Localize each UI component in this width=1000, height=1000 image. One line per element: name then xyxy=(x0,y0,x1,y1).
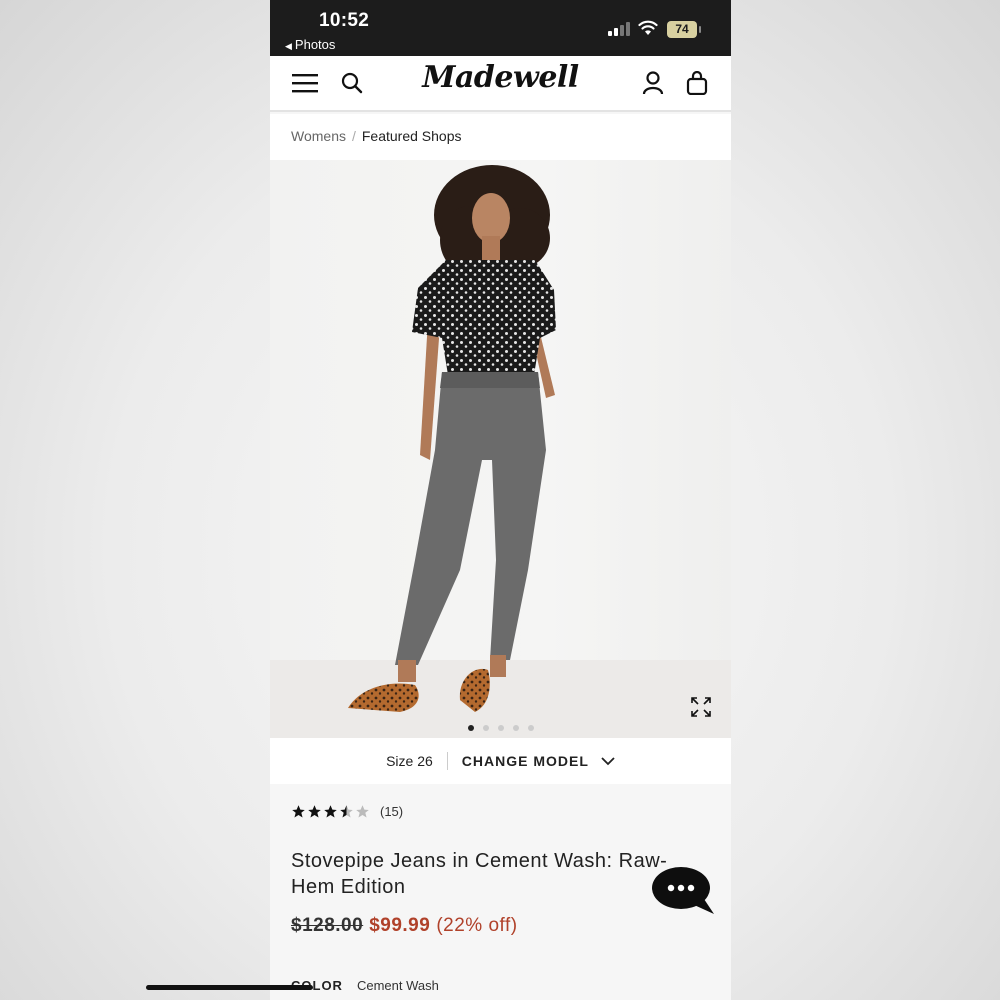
home-indicator[interactable] xyxy=(146,985,313,990)
discount-percent: (22% off) xyxy=(436,915,518,936)
color-value: Cement Wash xyxy=(356,978,439,993)
star-half-icon xyxy=(340,805,353,818)
sale-price: $99.99 xyxy=(369,915,431,936)
back-label: Photos xyxy=(294,37,336,52)
color-row: COLOR Cement Wash xyxy=(291,978,439,993)
product-title: Stovepipe Jeans in Cement Wash: Raw-Hem … xyxy=(291,850,668,898)
gallery-dot[interactable] xyxy=(497,725,504,731)
gallery-dot[interactable] xyxy=(527,725,534,731)
back-to-photos[interactable]: ◀ Photos xyxy=(285,37,335,52)
review-count[interactable]: (15) xyxy=(380,804,403,819)
model-size-bar: Size 26 CHANGE MODEL xyxy=(270,738,731,784)
back-arrow-icon: ◀ xyxy=(285,41,292,51)
bag-icon xyxy=(686,71,708,95)
model-photo xyxy=(348,165,556,712)
status-time: 10:52 xyxy=(319,10,370,31)
rating-stars[interactable]: (15) xyxy=(291,804,403,819)
star-full-icon xyxy=(292,805,305,818)
star-full-icon xyxy=(308,805,321,818)
breadcrumb-womens[interactable]: Womens xyxy=(291,128,346,144)
account-button[interactable] xyxy=(638,68,668,98)
gallery-dot[interactable] xyxy=(467,725,474,731)
chevron-down-icon[interactable] xyxy=(601,756,615,766)
breadcrumb-separator: / xyxy=(351,128,356,144)
wifi-icon xyxy=(638,20,658,35)
cellular-signal-icon xyxy=(608,22,632,36)
breadcrumb: Womens / Featured Shops xyxy=(270,114,731,160)
expand-icon[interactable] xyxy=(690,696,712,718)
product-image-gallery[interactable] xyxy=(270,160,731,738)
star-full-icon xyxy=(324,805,337,818)
site-header: Madewell xyxy=(270,56,731,112)
status-bar: 10:52 ◀ Photos 74 xyxy=(270,0,731,56)
star-empty-icon xyxy=(356,805,369,818)
gallery-pagination xyxy=(270,725,731,731)
gallery-dot[interactable] xyxy=(512,725,519,731)
gallery-dot[interactable] xyxy=(482,725,489,731)
breadcrumb-featured-shops[interactable]: Featured Shops xyxy=(362,128,462,144)
divider xyxy=(446,752,448,770)
price-block: $128.00 $99.99 (22% off) xyxy=(291,915,518,937)
bag-button[interactable] xyxy=(682,68,712,98)
battery-icon: 74 xyxy=(667,21,701,38)
change-model-button[interactable]: CHANGE MODEL xyxy=(462,753,589,769)
account-icon xyxy=(642,71,664,95)
phone-screen: 10:52 ◀ Photos 74 Madewell Womens / Feat… xyxy=(270,0,731,1000)
model-size-label: Size 26 xyxy=(386,753,433,769)
chat-bubble-icon[interactable] xyxy=(652,866,714,914)
original-price: $128.00 xyxy=(291,915,364,936)
